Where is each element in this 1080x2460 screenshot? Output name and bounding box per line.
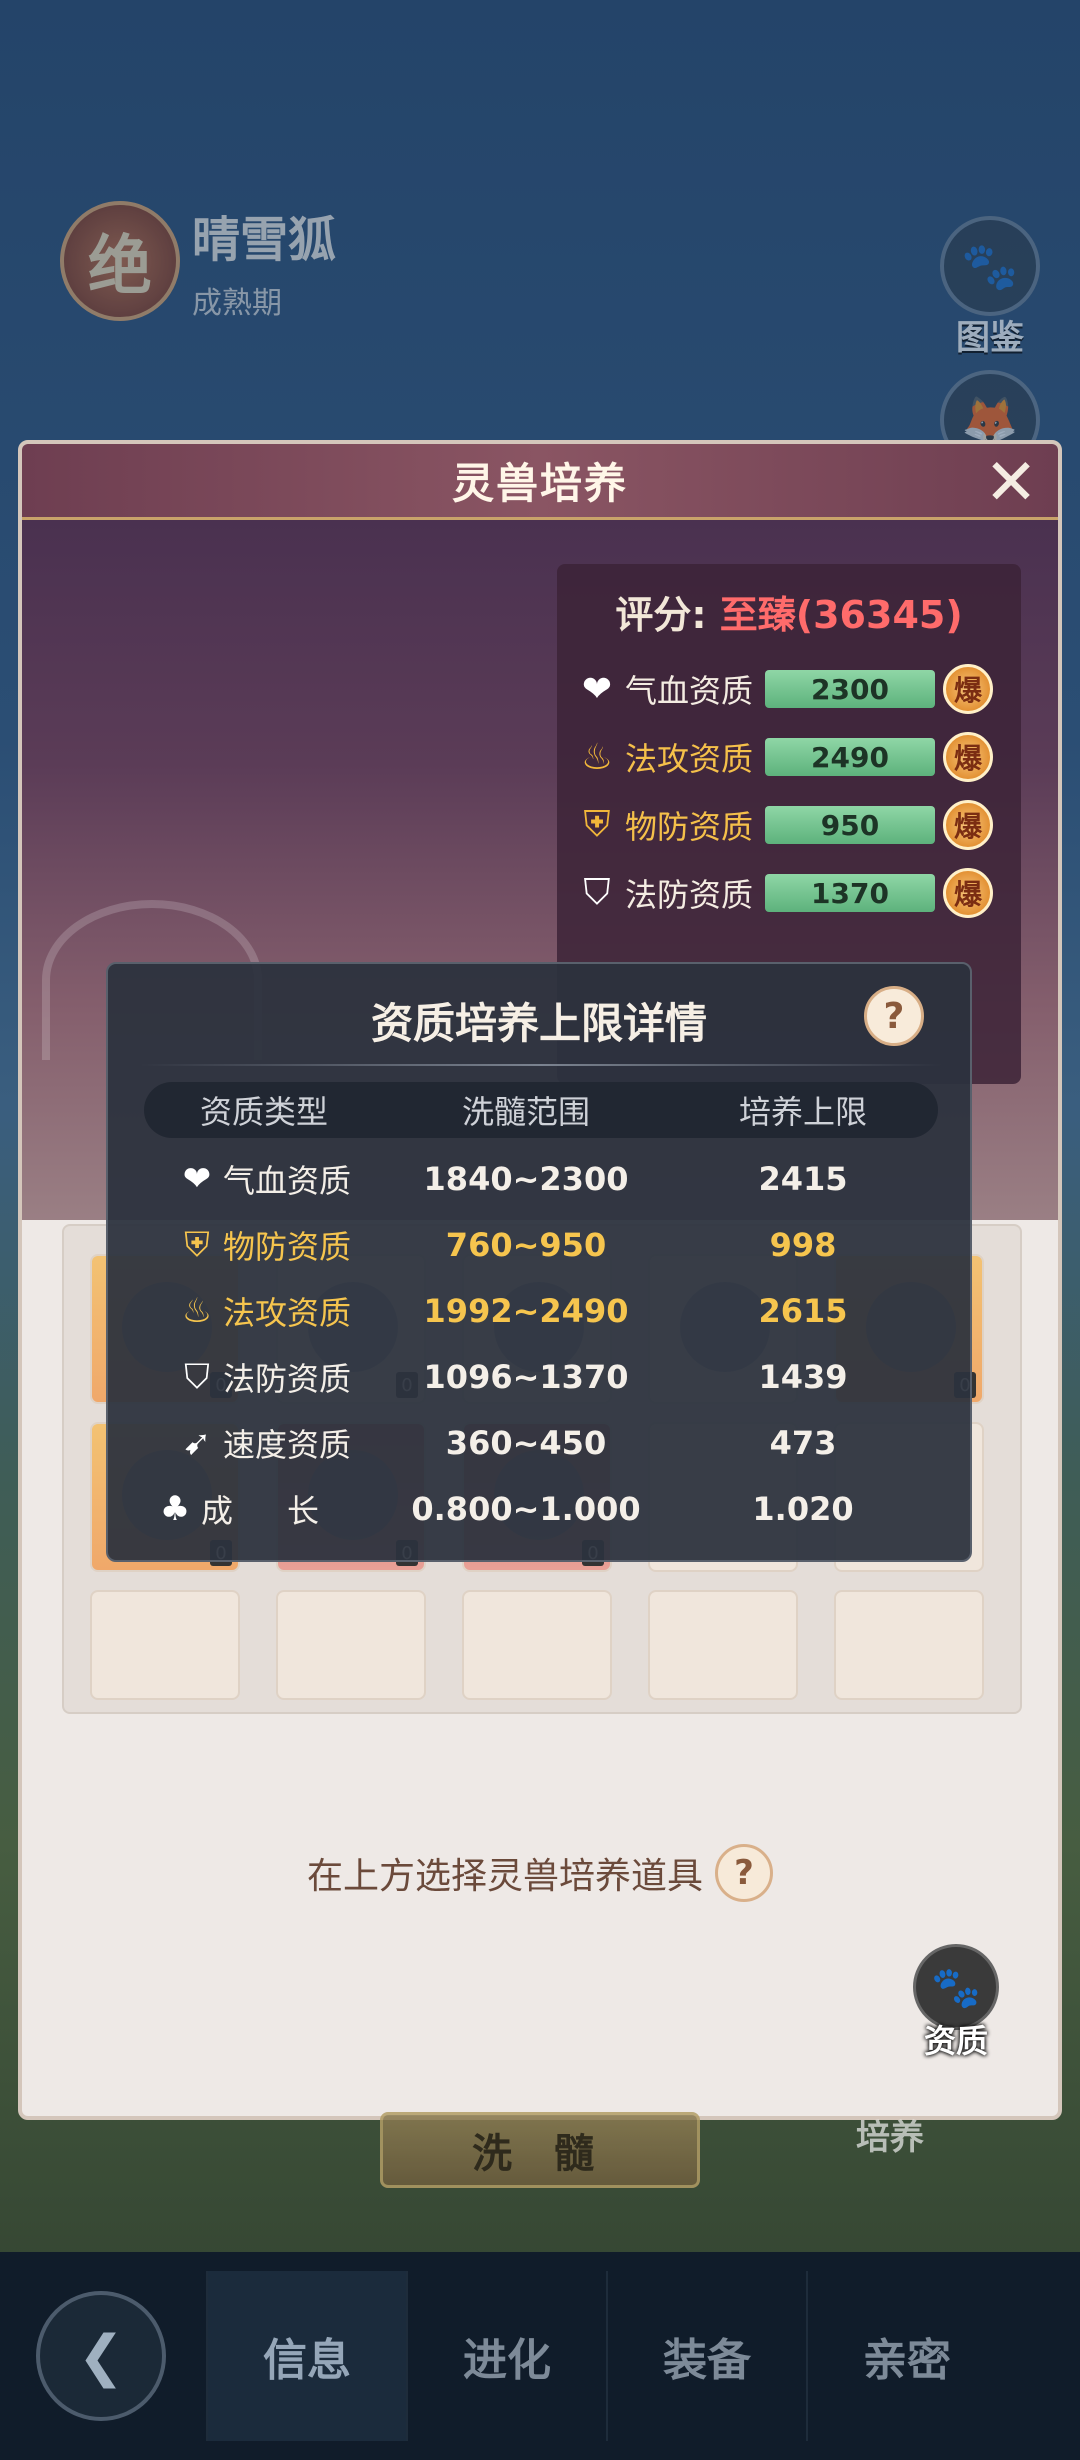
burst-button[interactable]: 爆 <box>943 868 993 918</box>
table-row: ⛨ 物防资质 760~950 998 <box>144 1212 938 1278</box>
magic-shield-icon: ⛉ <box>184 1357 210 1397</box>
table-row: ❤ 气血资质 1840~2300 2415 <box>144 1146 938 1212</box>
bottom-nav: ❮ 信息 进化 装备 亲密 <box>0 2252 1080 2460</box>
row-cap: 473 <box>769 1424 837 1462</box>
flame-icon: ♨ <box>580 736 614 778</box>
encyclopedia-button[interactable]: 🐾 图鉴 <box>936 216 1044 359</box>
row-name: ➹ 速度资质 <box>144 1420 384 1466</box>
sprout-icon: ♣ <box>159 1489 191 1529</box>
stat-bar: 950 <box>765 806 935 844</box>
stat-row-hp: ❤ 气血资质 2300 爆 <box>575 655 1003 723</box>
aptitude-cap-modal: 资质培养上限详情 ? 资质类型 洗髓范围 培养上限 ❤ 气血资质 1840~230… <box>106 962 972 1562</box>
stat-row-mdef: ⛉ 法防资质 1370 爆 <box>575 859 1003 927</box>
item-slot[interactable] <box>462 1590 612 1700</box>
heart-icon: ❤ <box>581 668 613 710</box>
table-row: ♨ 法攻资质 1992~2490 2615 <box>144 1278 938 1344</box>
pet-name: 晴雪狐 <box>192 212 337 268</box>
wash-button[interactable]: 洗 髓 <box>380 2112 700 2188</box>
shield-icon: ⛨ <box>583 804 611 845</box>
table-row: ♣ 成长 0.800~1.000 1.020 <box>144 1476 938 1542</box>
stat-bar: 1370 <box>765 874 935 912</box>
row-range: 760~950 <box>445 1226 607 1264</box>
hint-text: 在上方选择灵兽培养道具 <box>306 1856 703 1897</box>
row-range: 0.800~1.000 <box>411 1490 641 1528</box>
close-icon[interactable]: ✕ <box>978 450 1044 516</box>
score-label: 评分: <box>615 593 707 637</box>
quality-label: 资质 <box>923 2022 988 2060</box>
burst-button[interactable]: 爆 <box>943 800 993 850</box>
stat-row-pdef: ⛨ 物防资质 950 爆 <box>575 791 1003 859</box>
modal-title: 资质培养上限详情 <box>370 999 707 1048</box>
stat-name: 气血资质 <box>625 672 754 710</box>
paw-book-icon: 🐾 <box>940 216 1040 316</box>
back-arrow-icon[interactable]: ❮ <box>36 2291 166 2421</box>
burst-button[interactable]: 爆 <box>943 732 993 782</box>
row-range: 1840~2300 <box>423 1160 629 1198</box>
boot-icon: ➹ <box>182 1423 212 1463</box>
hint-row: 在上方选择灵兽培养道具 ? <box>22 1844 1058 1902</box>
tab-info[interactable]: 信息 <box>206 2271 406 2441</box>
magic-shield-icon: ⛉ <box>583 872 611 913</box>
row-cap: 998 <box>769 1226 837 1264</box>
row-range: 360~450 <box>445 1424 607 1462</box>
table-row: ⛉ 法防资质 1096~1370 1439 <box>144 1344 938 1410</box>
header-range: 洗髓范围 <box>461 1093 590 1131</box>
pet-header: 绝 晴雪狐 成熟期 <box>60 200 336 322</box>
help-icon[interactable]: ? <box>864 986 924 1046</box>
tab-intimacy[interactable]: 亲密 <box>806 2271 1006 2441</box>
stat-name: 法防资质 <box>625 876 754 914</box>
row-range: 1096~1370 <box>423 1358 629 1396</box>
item-slot[interactable] <box>648 1590 798 1700</box>
nav-tabs: 信息 进化 装备 亲密 <box>206 2271 1006 2441</box>
quality-button[interactable]: 🐾 资质 <box>906 1944 1006 2062</box>
header-type: 资质类型 <box>199 1093 328 1131</box>
stat-bar: 2490 <box>765 738 935 776</box>
pet-stage: 成熟期 <box>192 286 282 321</box>
rank-badge: 绝 <box>60 201 180 321</box>
row-name: ⛨ 物防资质 <box>144 1222 384 1268</box>
cultivate-tab[interactable]: 培养 <box>830 2110 950 2159</box>
item-slot[interactable] <box>276 1590 426 1700</box>
divider <box>140 1064 942 1066</box>
row-cap: 1439 <box>758 1358 848 1396</box>
score-line: 评分: 至臻(36345) <box>575 584 1003 639</box>
panel-title-bar: 灵兽培养 ✕ <box>22 444 1058 520</box>
help-icon[interactable]: ? <box>715 1844 773 1902</box>
row-name: ⛉ 法防资质 <box>144 1354 384 1400</box>
row-cap: 2615 <box>758 1292 848 1330</box>
tab-evolve[interactable]: 进化 <box>406 2271 606 2441</box>
row-name: ❤ 气血资质 <box>144 1156 384 1202</box>
header-cap: 培养上限 <box>738 1093 867 1131</box>
stat-name: 法攻资质 <box>625 740 754 778</box>
flame-icon: ♨ <box>181 1291 213 1331</box>
stat-name: 物防资质 <box>625 808 754 846</box>
stat-bar: 2300 <box>765 670 935 708</box>
tab-equip[interactable]: 装备 <box>606 2271 806 2441</box>
row-cap: 1.020 <box>752 1490 854 1528</box>
heart-icon: ❤ <box>182 1159 212 1199</box>
encyclopedia-label: 图鉴 <box>956 318 1024 358</box>
modal-table-header: 资质类型 洗髓范围 培养上限 <box>144 1082 938 1138</box>
row-name: ♣ 成长 <box>144 1486 384 1532</box>
shield-icon: ⛨ <box>184 1225 210 1265</box>
score-value: 至臻(36345) <box>719 593 963 637</box>
table-row: ➹ 速度资质 360~450 473 <box>144 1410 938 1476</box>
stat-row-matk: ♨ 法攻资质 2490 爆 <box>575 723 1003 791</box>
panel-title: 灵兽培养 <box>451 459 628 508</box>
burst-button[interactable]: 爆 <box>943 664 993 714</box>
item-slot[interactable] <box>90 1590 240 1700</box>
row-cap: 2415 <box>758 1160 848 1198</box>
row-range: 1992~2490 <box>423 1292 629 1330</box>
item-slot[interactable] <box>834 1590 984 1700</box>
row-name: ♨ 法攻资质 <box>144 1288 384 1334</box>
